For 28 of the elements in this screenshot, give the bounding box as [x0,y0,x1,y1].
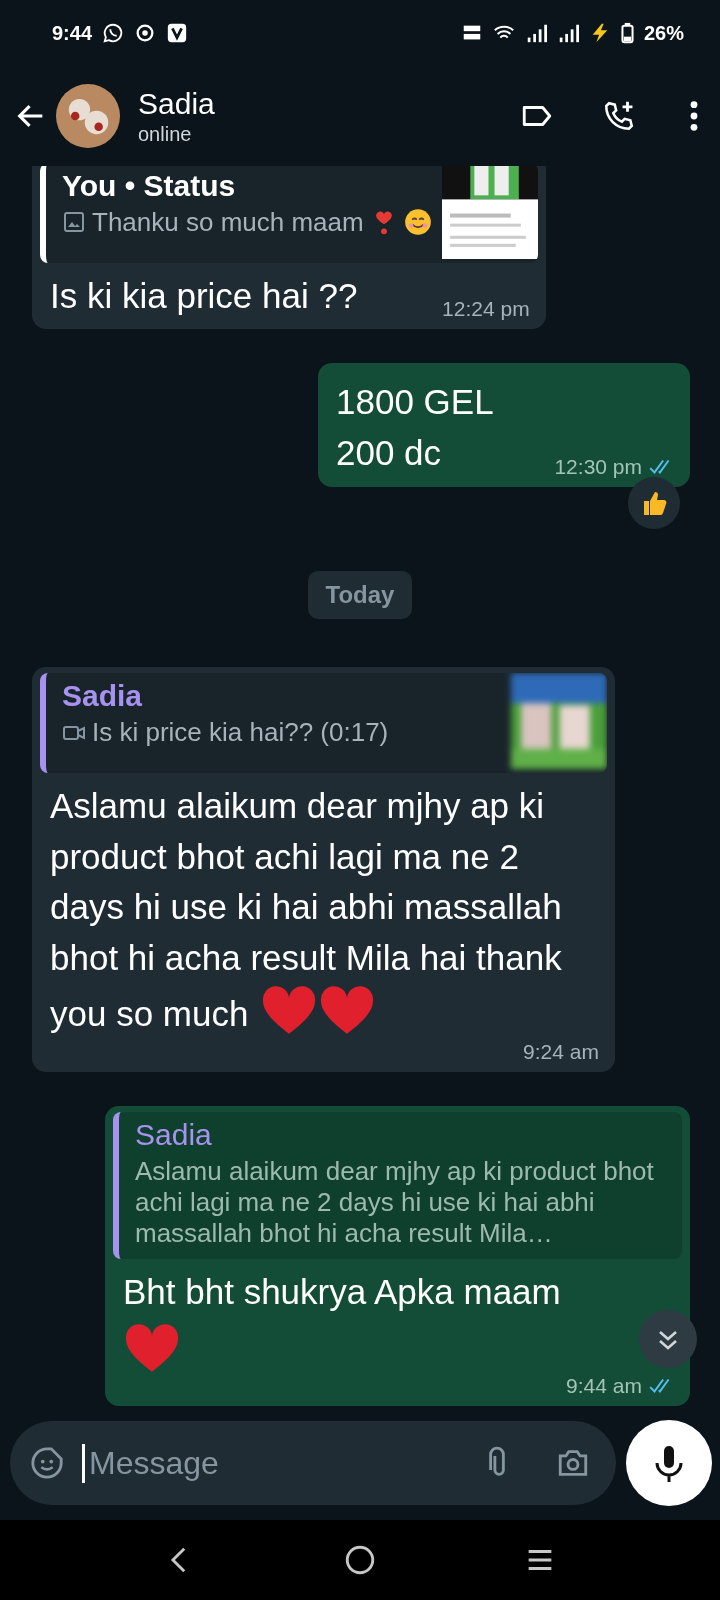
message-text: 1800 GEL 200 dc [336,382,494,473]
sent-message-bubble[interactable]: Sadia Aslamu alaikum dear mjhy ap ki product bhot achi lagi ma ne 2 days hi use ki hai abhi massallah bhot hi acha result Mila… Bht bht shukrya Apka maam 9:44 am [105,1105,690,1406]
message-text: Aslamu alaikum dear mjhy ap ki product bhot achi lagi ma ne 2 days hi use ki hai abhi massallah bhot hi acha result Mila hai thank you so much [50,785,562,1033]
received-message-bubble[interactable]: Sadia Is ki price kia hai?? (0:17) Aslamu alaikum dear mjhy ap ki product bhot achi lagi ma ne 2 days hi use ki hai abhi massallah bhot hi acha result Mila hai thank you so much 9:24 am [32,666,615,1072]
message-time: 12:30 pm [554,454,642,479]
message-input[interactable]: Message [10,1421,616,1505]
quote-author: Sadia [62,678,144,713]
quoted-message[interactable]: Sadia Aslamu alaikum dear mjhy ap ki product bhot achi lagi ma ne 2 days hi use ki hai abhi massallah bhot hi acha result Mila… [113,1111,682,1260]
quote-author: You • Status [62,168,237,203]
quote-author: Sadia [135,1117,213,1152]
message-field[interactable]: Message [82,1443,462,1483]
date-chip: Today [307,570,413,619]
contact-status: online [138,122,193,146]
quoted-message[interactable]: Sadia Is ki price kia hai?? (0:17) [40,672,607,773]
message-text: Bht bht shukrya Apka maam [123,1272,561,1312]
received-message-bubble[interactable]: You • Status Thanku so much maam Is ki kia price hai ?? 12:24 pm [32,166,546,330]
contact-name[interactable]: Sadia [138,86,472,121]
quote-text: Thanku so much maam [92,206,364,238]
message-time: 9:24 am [523,1039,599,1064]
quote-text: Aslamu alaikum dear mjhy ap ki product bhot achi lagi ma ne 2 days hi use ki hai abhi massallah bhot hi acha result Mila… [135,1155,655,1250]
battery-percent: 26% [643,21,684,45]
status-time: 9:44 [52,21,93,45]
message-time: 12:24 pm [442,297,530,322]
quoted-message[interactable]: You • Status Thanku so much maam [40,166,538,263]
message-time: 9:44 am [566,1374,642,1398]
sent-message-bubble[interactable]: 1800 GEL 200 dc 12:30 pm [318,363,690,487]
quote-text: Is ki price kia hai?? (0:17) [92,716,389,749]
message-text: Is ki kia price hai ?? [50,275,358,315]
